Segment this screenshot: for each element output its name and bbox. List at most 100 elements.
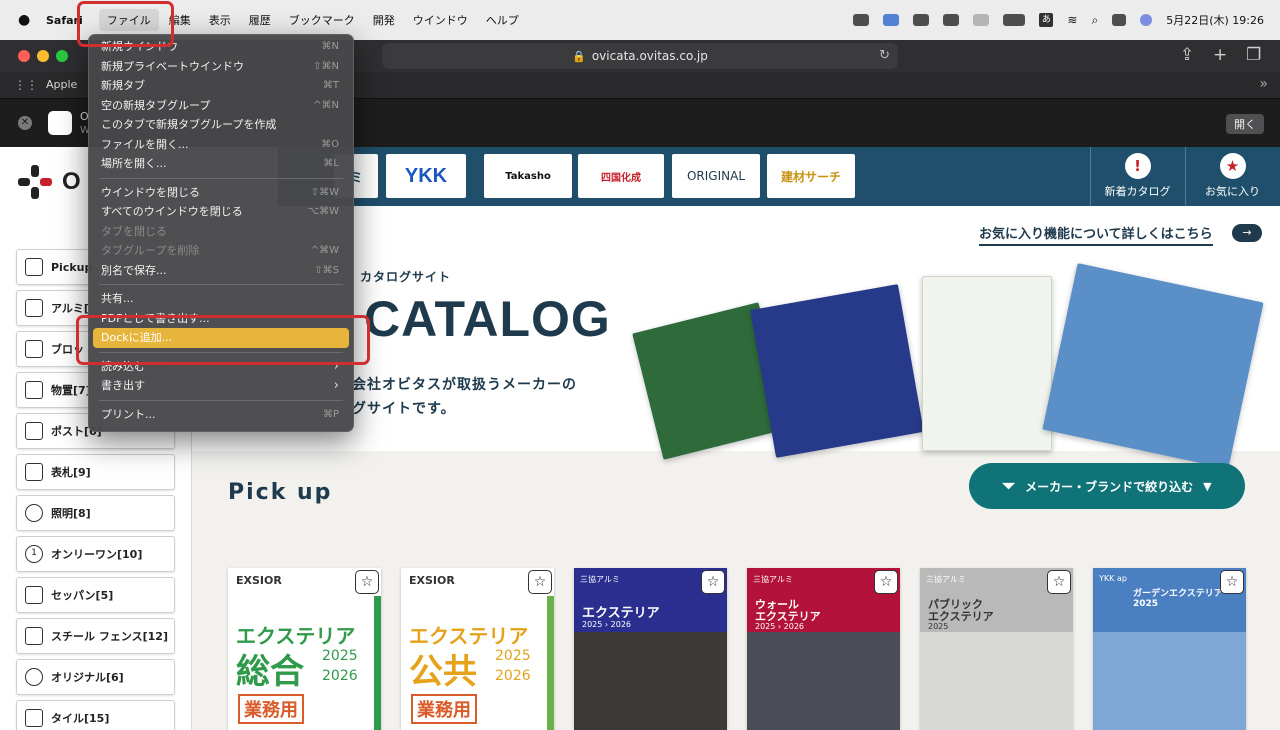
maker-takasho[interactable]: Takasho xyxy=(484,154,572,198)
category-tile[interactable]: タイル[15] xyxy=(16,700,175,730)
favorite-star-icon[interactable]: ☆ xyxy=(1220,570,1244,594)
close-window-button[interactable] xyxy=(18,50,30,62)
status-app-icon[interactable] xyxy=(943,14,960,26)
status-app-icon[interactable] xyxy=(913,14,930,26)
status-app-icon[interactable] xyxy=(883,14,900,26)
search-icon[interactable]: ⌕ xyxy=(1091,13,1098,28)
menu-item-new-private-window[interactable]: 新規プライベートウインドウ ⇧⌘N xyxy=(89,57,353,77)
menu-item-print[interactable]: プリント... ⌘P xyxy=(89,405,353,425)
maker-kenzai-search[interactable]: 建材サーチ xyxy=(767,154,855,198)
card-badge: 業務用 xyxy=(238,694,304,724)
card-brand: EXSIOR xyxy=(236,574,282,587)
menu-item-close-window[interactable]: ウインドウを閉じる ⇧⌘W xyxy=(89,183,353,203)
menu-file[interactable]: ファイル xyxy=(98,9,159,31)
app-menu-safari[interactable]: Safari xyxy=(46,14,83,27)
favorite-star-icon[interactable]: ☆ xyxy=(1047,570,1071,594)
catalog-card[interactable]: 三協アルミ パブリック エクステリア 2025 ☆ xyxy=(920,568,1073,730)
favorite-apple[interactable]: Apple xyxy=(46,78,77,91)
menu-separator xyxy=(99,399,343,401)
new-tab-icon[interactable]: + xyxy=(1213,45,1227,65)
favorites-button[interactable]: ★ お気に入り xyxy=(1185,147,1279,206)
catalog-card[interactable]: 三協アルミ ウォール エクステリア 2025 › 2026 ☆ xyxy=(747,568,900,730)
category-light[interactable]: 照明[8] xyxy=(16,495,175,531)
siri-icon[interactable] xyxy=(1140,14,1153,26)
grid-icon[interactable]: ⋮⋮ xyxy=(14,78,38,92)
status-app-icon[interactable] xyxy=(853,14,870,26)
menu-item-open-file[interactable]: ファイルを開く... ⌘O xyxy=(89,135,353,155)
catalog-card[interactable]: EXSIOR エクステリア 総合 2025 2026 業務用 ☆ xyxy=(228,568,381,730)
favorite-star-icon[interactable]: ☆ xyxy=(528,570,552,594)
tab-overview-icon[interactable]: ❐ xyxy=(1246,45,1261,65)
zoom-window-button[interactable] xyxy=(56,50,68,62)
share-icon[interactable]: ⇪ xyxy=(1180,45,1194,65)
category-label: オリジナル[6] xyxy=(51,671,124,684)
favorite-star-icon[interactable]: ☆ xyxy=(701,570,725,594)
catalog-card[interactable]: YKK ap ガーデンエクステリア 2025 ☆ xyxy=(1093,568,1246,730)
more-favorites-icon[interactable]: » xyxy=(1259,76,1268,92)
filter-icon: ⏷ xyxy=(1002,476,1016,495)
menu-item-close-all-windows[interactable]: すべてのウインドウを閉じる ⌥⌘W xyxy=(89,202,353,222)
card-spine xyxy=(547,596,554,730)
favorite-star-icon[interactable]: ☆ xyxy=(355,570,379,594)
menu-help[interactable]: ヘルプ xyxy=(478,9,527,31)
menu-window[interactable]: ウインドウ xyxy=(405,9,476,31)
category-original[interactable]: オリジナル[6] xyxy=(16,659,175,695)
catalog-card[interactable]: 三協アルミ エクステリア 2025 › 2026 ☆ xyxy=(574,568,727,730)
menu-separator xyxy=(99,177,343,179)
apple-menu-icon[interactable]: ● xyxy=(18,12,32,28)
menu-bookmarks[interactable]: ブックマーク xyxy=(281,9,363,31)
category-steel-fence[interactable]: スチール フェンス[12] xyxy=(16,618,175,654)
site-logo[interactable]: O xyxy=(18,165,81,199)
menu-item-label: すべてのウインドウを閉じる xyxy=(101,205,243,218)
favorites-info-link[interactable]: お気に入り機能について詳しくはこちら xyxy=(979,223,1213,246)
arrow-right-icon[interactable]: → xyxy=(1232,224,1262,242)
card-spine xyxy=(374,596,381,730)
app-icon xyxy=(48,111,72,135)
maker-ykk[interactable]: YKK xyxy=(386,154,466,198)
favorite-star-icon[interactable]: ☆ xyxy=(874,570,898,594)
menu-edit[interactable]: 編集 xyxy=(161,9,199,31)
menu-item-new-window[interactable]: 新規ウインドウ ⌘N xyxy=(89,37,353,57)
menu-item-label: タブを閉じる xyxy=(101,224,167,238)
nameplate-icon xyxy=(25,463,43,481)
catalog-card[interactable]: EXSIOR エクステリア 公共 2025 2026 業務用 ☆ xyxy=(401,568,554,730)
menu-item-save-as[interactable]: 別名で保存... ⇧⌘S xyxy=(89,261,353,281)
menu-item-new-tab-group-with-tab[interactable]: このタブで新規タブグループを作成 xyxy=(89,115,353,135)
cloud-icon[interactable] xyxy=(973,14,990,26)
card-year: 2025 › 2026 xyxy=(582,620,632,629)
menu-item-add-to-dock[interactable]: Dockに追加... xyxy=(93,328,349,348)
card-photo xyxy=(747,632,900,730)
maker-shikoku[interactable]: 四国化成 xyxy=(578,154,664,198)
menu-item-shortcut: ⌥⌘W xyxy=(307,206,339,217)
banner-open-button[interactable]: 開く xyxy=(1226,114,1264,134)
new-catalog-button[interactable]: ! 新着カタログ xyxy=(1090,147,1184,206)
menu-view[interactable]: 表示 xyxy=(201,9,239,31)
maker-original[interactable]: ORIGINAL xyxy=(672,154,760,198)
category-nameplate[interactable]: 表札[9] xyxy=(16,454,175,490)
chevron-right-icon: › xyxy=(333,358,339,374)
menu-item-export[interactable]: 書き出す › xyxy=(89,376,353,396)
menu-item-new-tab[interactable]: 新規タブ ⌘T xyxy=(89,76,353,96)
menu-item-label: 読み込む xyxy=(101,359,145,373)
menu-clock[interactable]: 5月22日(木) 19:26 xyxy=(1166,12,1264,28)
battery-icon[interactable] xyxy=(1003,14,1026,26)
category-seppan[interactable]: セッパン[5] xyxy=(16,577,175,613)
menu-item-export-pdf[interactable]: PDFとして書き出す... xyxy=(89,309,353,329)
menu-item-new-empty-tab-group[interactable]: 空の新規タブグループ ^⌘N xyxy=(89,96,353,116)
card-badge: 業務用 xyxy=(411,694,477,724)
menu-item-shortcut: ⌘T xyxy=(322,80,339,91)
brand-filter-button[interactable]: ⏷ メーカー・ブランドで絞り込む ▼ xyxy=(969,463,1245,509)
menu-item-open-location[interactable]: 場所を開く... ⌘L xyxy=(89,154,353,174)
menu-item-share[interactable]: 共有... xyxy=(89,289,353,309)
menu-item-import[interactable]: 読み込む › xyxy=(89,357,353,377)
menu-history[interactable]: 履歴 xyxy=(241,9,279,31)
wifi-icon[interactable]: ≋ xyxy=(1067,13,1077,27)
close-banner-icon[interactable]: ✕ xyxy=(18,116,32,130)
reload-icon[interactable]: ↻ xyxy=(879,48,890,63)
minimize-window-button[interactable] xyxy=(37,50,49,62)
address-bar[interactable]: 🔒 ovicata.ovitas.co.jp ↻ xyxy=(382,43,898,69)
control-center-icon[interactable] xyxy=(1112,14,1127,26)
menu-develop[interactable]: 開発 xyxy=(365,9,403,31)
category-onlyone[interactable]: 1 オンリーワン[10] xyxy=(16,536,175,572)
input-method-icon[interactable]: あ xyxy=(1039,13,1054,27)
